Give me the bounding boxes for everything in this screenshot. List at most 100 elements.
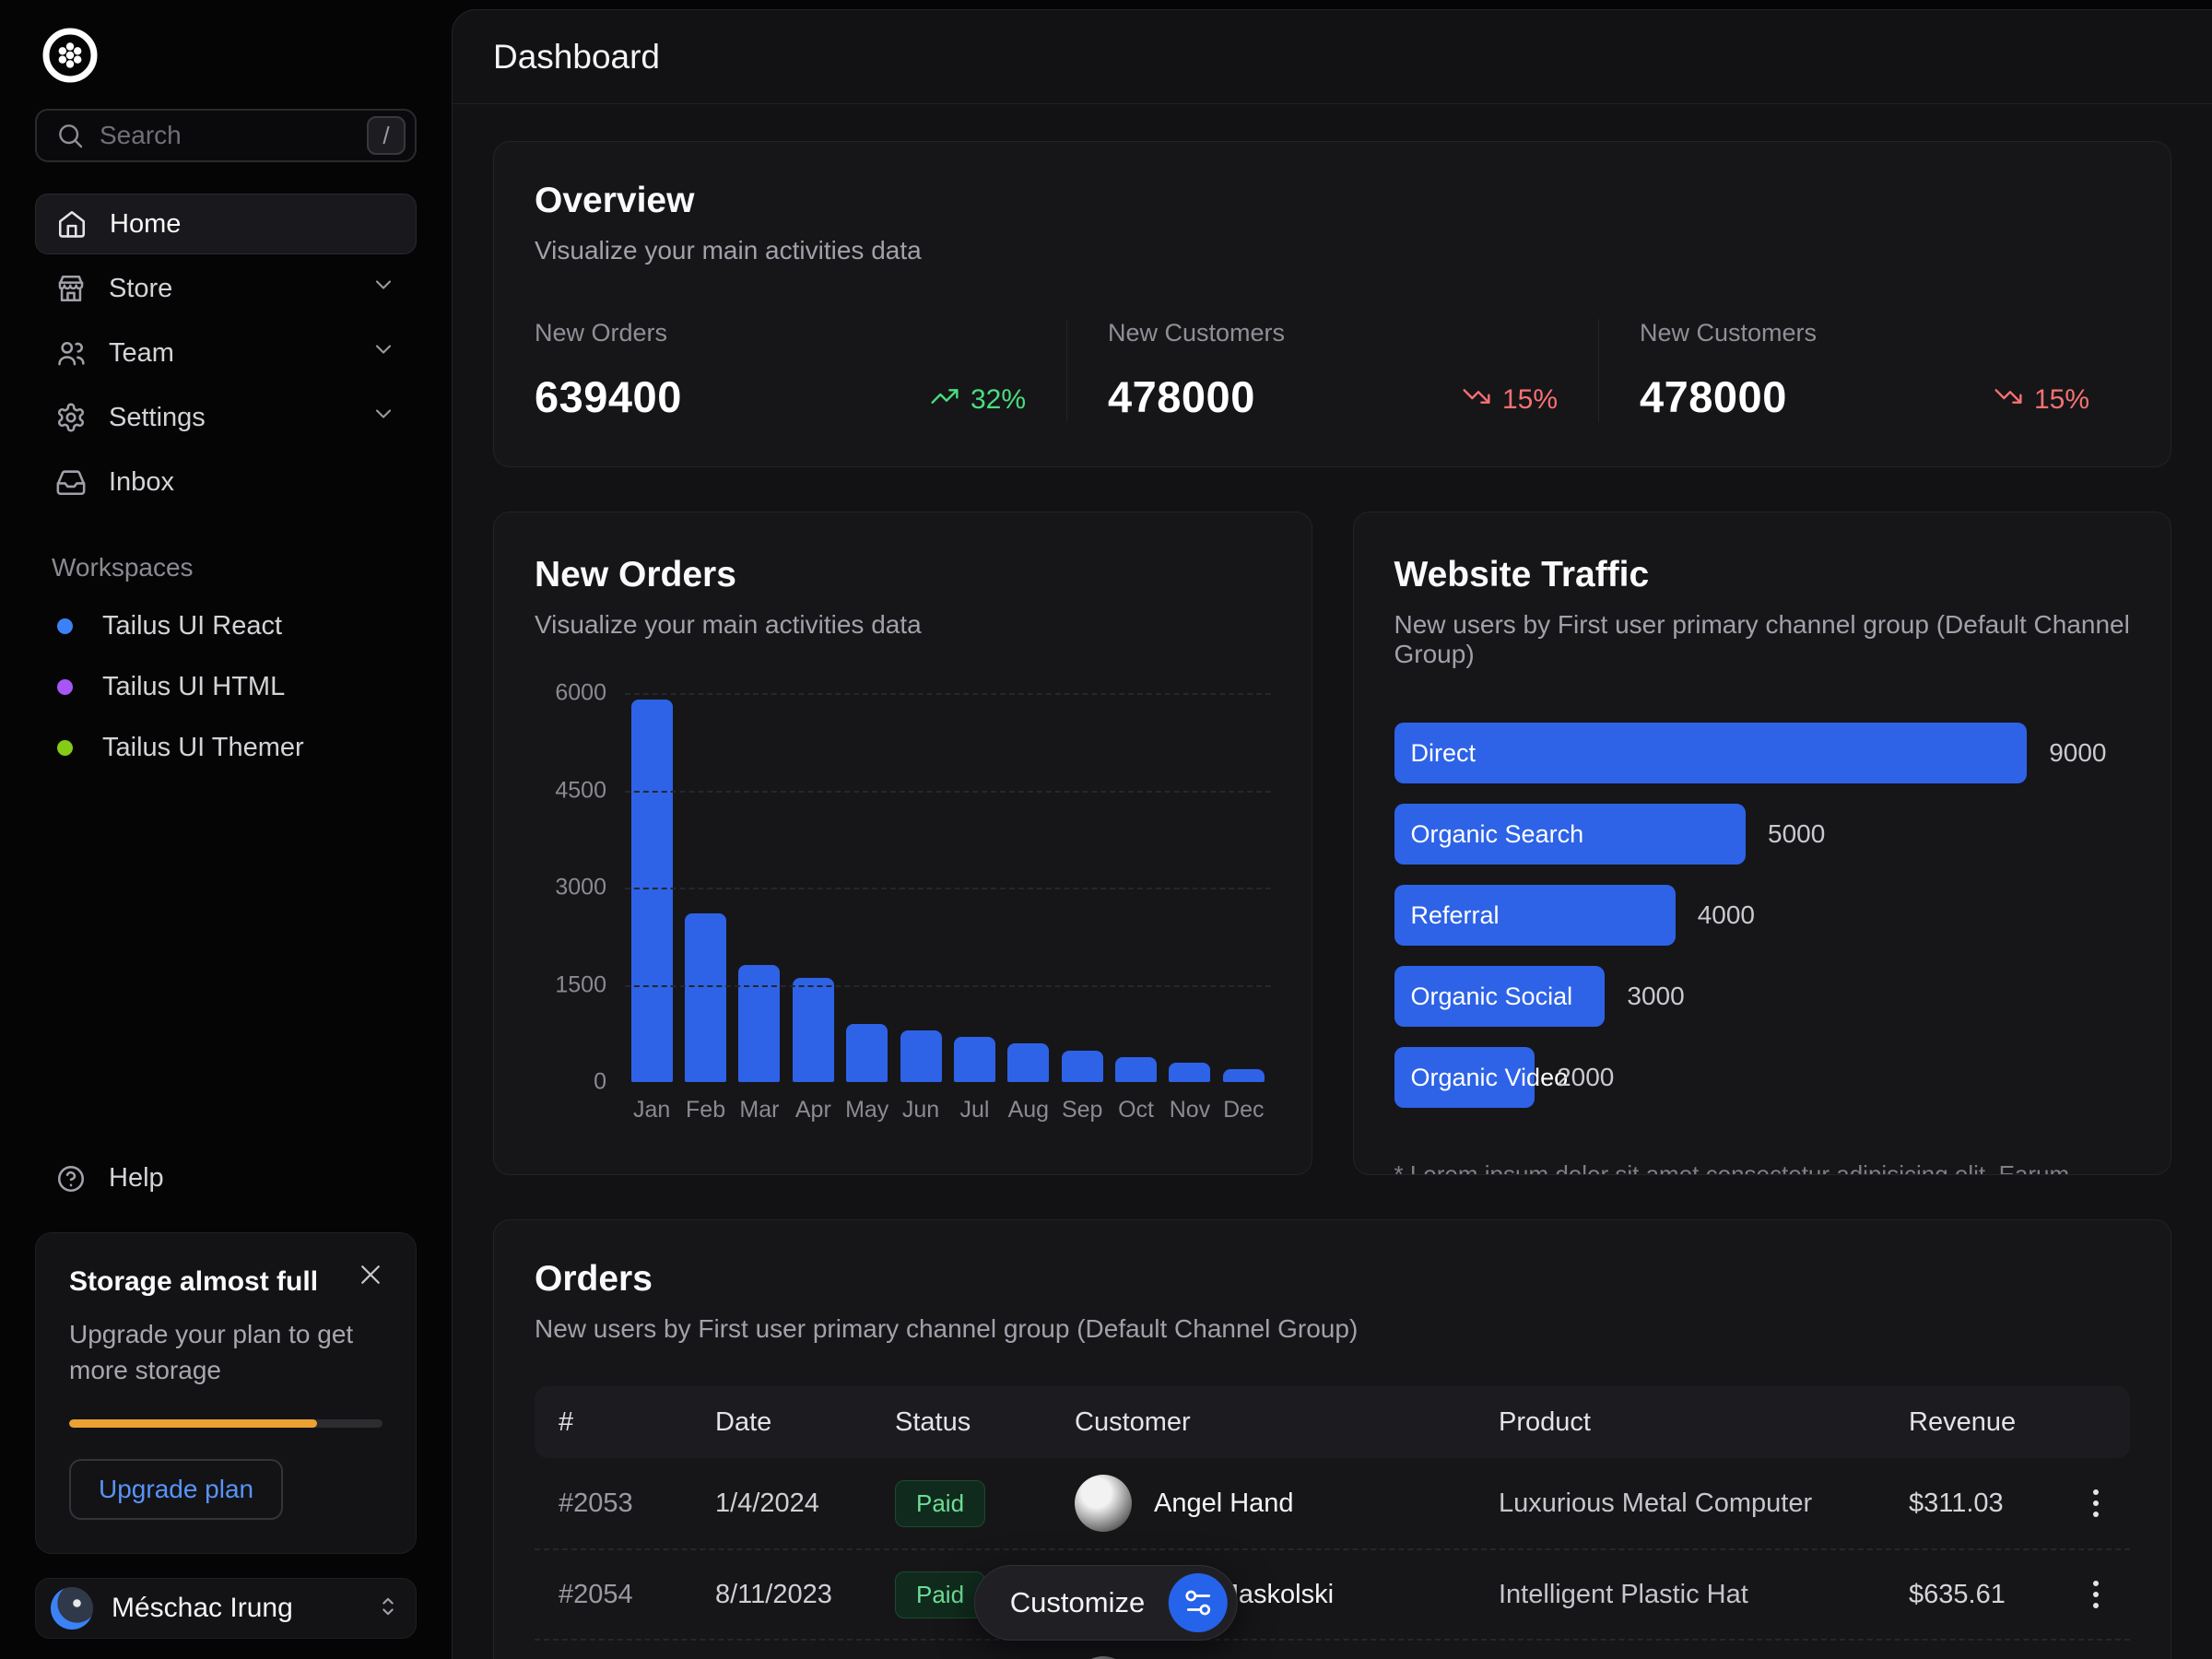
sidebar-item-home[interactable]: Home <box>35 194 417 254</box>
x-tick-label: Jul <box>947 1097 1001 1124</box>
workspace-label: Tailus UI React <box>102 611 282 641</box>
x-tick-label: Nov <box>1163 1097 1217 1124</box>
table-row[interactable]: #2055 12/25/2023 Paid Shem Nitzsche Tast… <box>535 1639 2130 1659</box>
x-tick-label: May <box>841 1097 894 1124</box>
stat-delta: 15% <box>1462 382 1558 422</box>
overview-card: Overview Visualize your main activities … <box>493 141 2171 467</box>
order-id: #2053 <box>559 1488 715 1519</box>
storage-progress-fill <box>69 1419 317 1428</box>
workspace-list: Tailus UI React Tailus UI HTML Tailus UI… <box>35 595 417 778</box>
customer-name: Angel Hand <box>1154 1488 1294 1519</box>
customer-avatar <box>1075 1475 1132 1532</box>
traffic-row: Organic Video 2000 <box>1394 1047 2131 1108</box>
workspace-item-tailus-ui-html[interactable]: Tailus UI HTML <box>35 656 417 717</box>
storage-title: Storage almost full <box>69 1266 382 1298</box>
user-account-switcher[interactable]: Méschac Irung <box>35 1578 417 1639</box>
website-traffic-subtitle: New users by First user primary channel … <box>1394 610 2131 669</box>
bar-mar[interactable] <box>738 965 780 1082</box>
bar-nov[interactable] <box>1169 1063 1210 1082</box>
stat-new-orders: New Orders63940032% <box>535 319 1066 422</box>
sidebar-item-team[interactable]: Team <box>35 323 417 383</box>
search-box[interactable]: / <box>35 109 417 162</box>
traffic-row: Organic Search5000 <box>1394 804 2131 865</box>
order-id: #2054 <box>559 1580 715 1610</box>
bar-jun[interactable] <box>900 1030 942 1082</box>
bar-aug[interactable] <box>1007 1043 1049 1082</box>
col-product: Product <box>1499 1407 1909 1438</box>
stat-delta: 15% <box>1994 382 2089 422</box>
x-axis-labels: JanFebMarAprMayJunJulAugSepOctNovDec <box>625 1097 1271 1124</box>
help-label: Help <box>109 1163 164 1194</box>
x-tick-label: Apr <box>786 1097 840 1124</box>
sidebar-nav: Home Store Team Settings <box>35 194 417 512</box>
customize-button[interactable]: Customize <box>974 1565 1238 1641</box>
workspace-item-tailus-ui-themer[interactable]: Tailus UI Themer <box>35 717 417 778</box>
help-circle-icon <box>55 1163 87 1194</box>
traffic-bar-referral[interactable]: Referral <box>1394 885 1676 946</box>
storage-description: Upgrade your plan to get more storage <box>69 1316 382 1388</box>
col-customer: Customer <box>1075 1407 1499 1438</box>
new-orders-subtitle: Visualize your main activities data <box>535 610 1271 640</box>
overview-subtitle: Visualize your main activities data <box>535 236 2130 265</box>
traffic-row: Organic Social 3000 <box>1394 966 2131 1027</box>
status-badge: Paid <box>895 1571 985 1618</box>
y-tick-label: 6000 <box>555 680 606 707</box>
bar-may[interactable] <box>846 1024 888 1082</box>
traffic-bar-organic-video[interactable]: Organic Video <box>1394 1047 1535 1108</box>
traffic-row: Referral4000 <box>1394 885 2131 946</box>
sidebar-item-inbox[interactable]: Inbox <box>35 452 417 512</box>
user-name: Méschac Irung <box>112 1593 293 1624</box>
stat-delta: 32% <box>930 382 1026 422</box>
stat-label: New Customers <box>1640 319 2089 347</box>
x-tick-label: Feb <box>678 1097 732 1124</box>
overview-stats: New Orders63940032% New Customers 478000 15… <box>535 319 2130 422</box>
x-tick-label: Dec <box>1217 1097 1270 1124</box>
close-icon[interactable] <box>357 1261 388 1292</box>
traffic-bar-direct[interactable]: Direct <box>1394 723 2028 783</box>
traffic-bar-organic-search[interactable]: Organic Search <box>1394 804 1747 865</box>
bar-jan[interactable] <box>631 700 673 1082</box>
sliders-icon <box>1169 1573 1228 1632</box>
y-tick-label: 3000 <box>555 875 606 901</box>
upgrade-plan-button[interactable]: Upgrade plan <box>69 1459 283 1520</box>
revenue-value: $311.03 <box>1909 1488 2056 1519</box>
col-id: # <box>559 1407 715 1438</box>
workspace-item-tailus-ui-react[interactable]: Tailus UI React <box>35 595 417 656</box>
storage-progress-bar <box>69 1419 382 1428</box>
product-name: Intelligent Plastic Hat <box>1499 1580 1909 1610</box>
table-row[interactable]: #2054 8/11/2023 Paid Lucia Jaskolski Int… <box>535 1548 2130 1639</box>
traffic-bar-organic-social[interactable]: Organic Social <box>1394 966 1606 1027</box>
stat-value: 478000 <box>1640 371 1787 422</box>
bar-jul[interactable] <box>954 1037 995 1082</box>
traffic-value: 2000 <box>1557 1063 1614 1092</box>
table-body: #2053 1/4/2024 Paid Angel Hand Luxurious… <box>535 1458 2130 1659</box>
store-icon <box>55 273 87 304</box>
kebab-menu-icon[interactable] <box>2086 1482 2106 1524</box>
stat-label: New Orders <box>535 319 1026 347</box>
traffic-row: Direct9000 <box>1394 723 2131 783</box>
bar-dec[interactable] <box>1223 1069 1265 1082</box>
y-tick-label: 4500 <box>555 777 606 804</box>
kebab-menu-icon[interactable] <box>2086 1573 2106 1616</box>
sidebar-item-help[interactable]: Help <box>35 1149 417 1208</box>
order-date: 8/11/2023 <box>715 1580 895 1610</box>
bar-feb[interactable] <box>685 913 726 1082</box>
sidebar-item-settings[interactable]: Settings <box>35 387 417 448</box>
bar-apr[interactable] <box>793 978 834 1082</box>
inbox-icon <box>55 466 87 498</box>
sidebar-item-store[interactable]: Store <box>35 258 417 319</box>
bar-sep[interactable] <box>1062 1051 1103 1082</box>
table-row[interactable]: #2053 1/4/2024 Paid Angel Hand Luxurious… <box>535 1458 2130 1548</box>
search-input[interactable] <box>100 121 352 150</box>
workspace-label: Tailus UI Themer <box>102 733 304 763</box>
x-tick-label: Sep <box>1055 1097 1109 1124</box>
trend-down-icon <box>1994 382 2023 418</box>
col-status: Status <box>895 1407 1075 1438</box>
traffic-value: 3000 <box>1627 982 1684 1011</box>
product-name: Luxurious Metal Computer <box>1499 1488 1909 1519</box>
stat-new-customers: New Customers 478000 15% <box>1598 319 2130 422</box>
x-tick-label: Oct <box>1109 1097 1162 1124</box>
sidebar: / Home Store Team Settings <box>0 0 452 1659</box>
bar-oct[interactable] <box>1115 1057 1157 1082</box>
gear-icon <box>55 402 87 433</box>
